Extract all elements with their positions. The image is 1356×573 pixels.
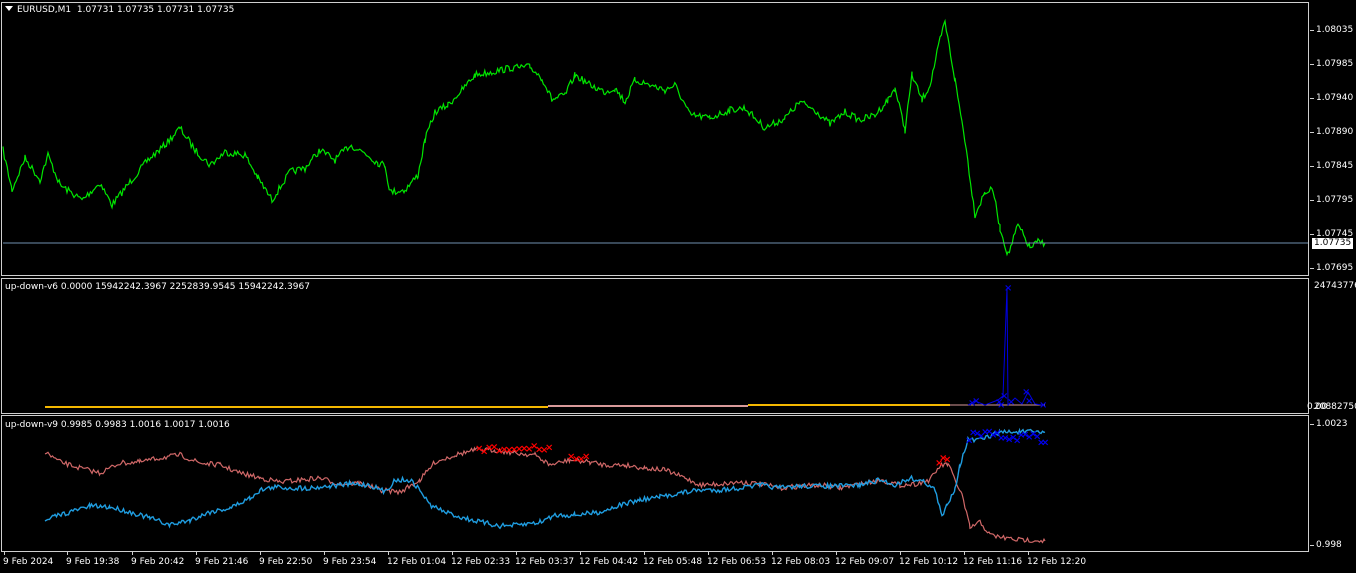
time-tick (132, 551, 133, 555)
time-tick (324, 551, 325, 555)
indicator-v6-marker: × (1007, 397, 1015, 408)
time-axis-label: 12 Feb 01:04 (387, 557, 447, 567)
time-axis-label: 12 Feb 04:42 (579, 557, 639, 567)
time-axis-label: 12 Feb 09:07 (835, 557, 895, 567)
chart-drawings: ×× ×××××× ×× ×××××××××××××××××××××××××××××… (2, 18, 1308, 544)
indicator-v9-up-marker: × (1041, 438, 1049, 449)
time-tick (644, 551, 645, 555)
price-series (2, 18, 1308, 257)
indicator-v9-down-line (44, 446, 1046, 544)
time-axis-label: 12 Feb 12:20 (1027, 557, 1087, 567)
time-tick (67, 551, 68, 555)
time-tick (708, 551, 709, 555)
time-tick (964, 551, 965, 555)
time-tick (388, 551, 389, 555)
time-axis-label: 9 Feb 20:42 (131, 557, 185, 567)
indicator-v6-marker: × (997, 400, 1005, 411)
indicator-v6-marker: × (1039, 400, 1047, 411)
time-axis-label: 9 Feb 23:54 (323, 557, 377, 567)
time-axis-label: 12 Feb 03:37 (515, 557, 575, 567)
time-axis-label: 12 Feb 10:12 (899, 557, 959, 567)
time-tick (516, 551, 517, 555)
indicator-v9-series: ××××××××××××××××××××××××××××××××××××××××… (44, 427, 1049, 544)
indicator-v9-down-marker: × (545, 443, 553, 454)
time-axis-label: 12 Feb 05:48 (643, 557, 703, 567)
indicator-v6-marker: × (1025, 396, 1033, 407)
time-tick (772, 551, 773, 555)
time-tick (196, 551, 197, 555)
time-axis-label: 12 Feb 02:33 (451, 557, 511, 567)
time-axis-label: 9 Feb 19:38 (66, 557, 120, 567)
indicator-v6-marker: × (1004, 283, 1012, 294)
time-tick (900, 551, 901, 555)
time-tick (1028, 551, 1029, 555)
time-axis-label: 9 Feb 21:46 (195, 557, 249, 567)
time-tick (580, 551, 581, 555)
time-axis-label: 9 Feb 2024 (3, 557, 54, 567)
indicator-v6-marker: × (968, 398, 976, 409)
time-axis-label: 12 Feb 06:53 (707, 557, 767, 567)
time-tick (4, 551, 5, 555)
time-axis-label: 12 Feb 08:03 (771, 557, 831, 567)
time-axis-label: 12 Feb 11:16 (963, 557, 1023, 567)
time-tick (452, 551, 453, 555)
time-tick (836, 551, 837, 555)
indicator-v9-down-marker: × (943, 454, 951, 465)
time-tick (260, 551, 261, 555)
indicator-v6-line (967, 287, 1043, 407)
indicator-v6-series: ×× ×××××× ×× (45, 283, 1047, 411)
time-axis-label: 9 Feb 22:50 (259, 557, 313, 567)
indicator-v9-down-marker: × (582, 452, 590, 463)
price-line (2, 18, 1046, 257)
